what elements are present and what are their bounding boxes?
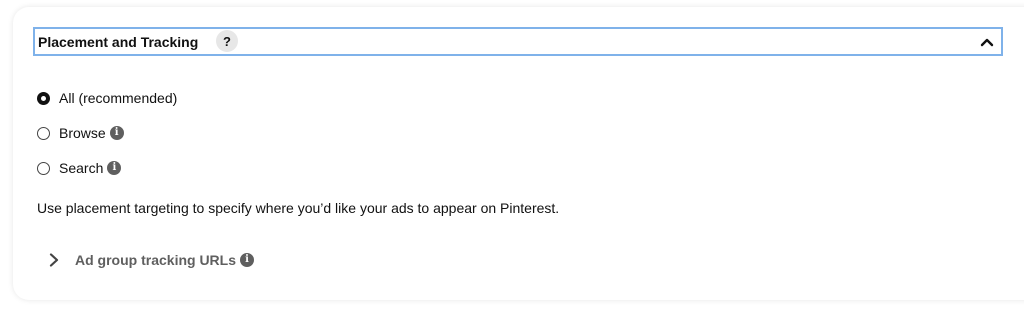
tracking-urls-label: Ad group tracking URLs xyxy=(75,252,237,268)
radio-label: All (recommended) xyxy=(59,90,178,106)
radio-label: Browse xyxy=(59,125,106,141)
section-header[interactable]: Placement and Tracking ? xyxy=(33,27,1003,56)
info-icon[interactable]: i xyxy=(240,253,255,267)
chevron-up-icon[interactable] xyxy=(977,32,997,52)
section-title: Placement and Tracking xyxy=(38,34,199,50)
chevron-right-icon[interactable] xyxy=(47,253,61,267)
radio-button-selected[interactable] xyxy=(37,91,50,105)
radio-button[interactable] xyxy=(37,161,50,175)
tracking-urls-toggle[interactable]: Ad group tracking URLs i xyxy=(47,250,255,270)
radio-label: Search xyxy=(59,160,104,176)
radio-button[interactable] xyxy=(37,126,50,140)
info-icon[interactable]: i xyxy=(107,161,122,175)
radio-option-browse[interactable]: Browse i xyxy=(37,123,124,143)
info-icon[interactable]: i xyxy=(109,126,124,140)
placement-hint-text: Use placement targeting to specify where… xyxy=(37,200,560,216)
radio-option-search[interactable]: Search i xyxy=(37,158,122,178)
question-mark-icon[interactable]: ? xyxy=(216,30,238,52)
radio-option-all[interactable]: All (recommended) xyxy=(37,88,177,108)
